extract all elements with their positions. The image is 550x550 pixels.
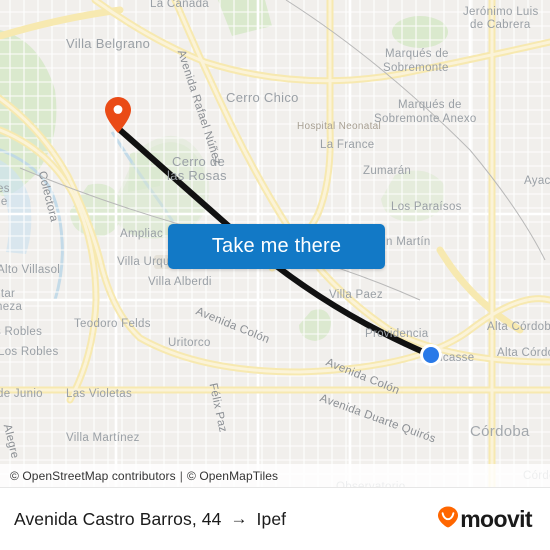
moovit-wordmark: moovit: [460, 505, 532, 532]
trip-origin-label: Avenida Castro Barros, 44: [14, 508, 222, 529]
trip-destination-label: Ipef: [256, 508, 287, 529]
take-me-there-label: Take me there: [211, 235, 342, 257]
arrow-right-icon: →: [230, 509, 248, 528]
take-me-there-button[interactable]: Take me there: [168, 224, 385, 269]
attribution-separator: |: [179, 468, 183, 483]
trip-summary: Avenida Castro Barros, 44 → Ipef: [14, 509, 286, 530]
openmaptiles-attribution-link[interactable]: © OpenMapTiles: [187, 469, 278, 483]
map-canvas[interactable]: La Cañada Villa Belgrano Jerónimo Luis de C…: [0, 0, 550, 487]
trip-footer-bar: Avenida Castro Barros, 44 → Ipef moovit: [0, 487, 550, 550]
destination-dot: [420, 344, 442, 366]
osm-attribution-link[interactable]: © OpenStreetMap contributors: [10, 469, 176, 483]
moovit-pin-icon: [437, 505, 459, 534]
moovit-trip-screenshot: La Cañada Villa Belgrano Jerónimo Luis de C…: [0, 0, 550, 550]
moovit-logo[interactable]: moovit: [437, 505, 533, 534]
map-attribution: © OpenStreetMap contributors | © OpenMap…: [0, 464, 550, 487]
